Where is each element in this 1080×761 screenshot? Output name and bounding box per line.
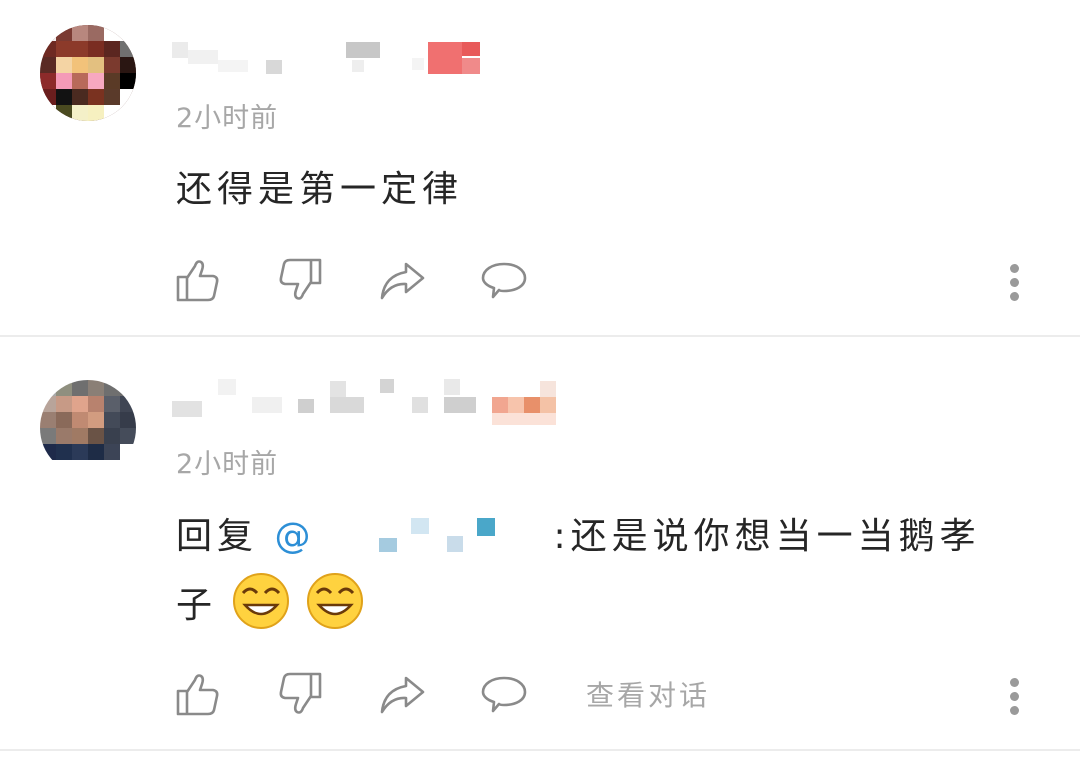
like-button[interactable] [174, 256, 222, 304]
comment-time: 2小时前 [176, 449, 279, 480]
grin-emoji [231, 571, 291, 631]
reply-button[interactable] [480, 256, 528, 304]
username-redacted[interactable] [172, 377, 572, 425]
more-options-button[interactable] [996, 670, 1032, 722]
dislike-button[interactable] [276, 670, 324, 718]
share-button[interactable] [378, 256, 426, 304]
like-icon [176, 674, 219, 716]
comment-actions: 查看对话 [174, 670, 1054, 722]
reply-button[interactable] [480, 670, 528, 718]
mention-link[interactable]: @ [274, 516, 315, 557]
reply-icon [481, 262, 527, 299]
like-icon [176, 260, 219, 302]
mention-redacted[interactable] [315, 518, 554, 552]
more-icon [1010, 678, 1019, 687]
reply-prefix: 回复 [176, 516, 275, 557]
share-icon [380, 262, 425, 300]
more-options-button[interactable] [996, 256, 1032, 308]
dislike-button[interactable] [276, 256, 324, 304]
username-redacted[interactable] [172, 36, 492, 80]
dislike-icon [279, 672, 322, 714]
avatar[interactable] [40, 380, 136, 476]
avatar[interactable] [40, 25, 136, 121]
dislike-icon [279, 258, 322, 300]
share-button[interactable] [378, 670, 426, 718]
more-icon [1010, 264, 1019, 273]
comment-body: 还得是第一定律 [176, 169, 464, 210]
comment-actions [174, 256, 1054, 308]
like-button[interactable] [174, 670, 222, 718]
comment-item: 2小时前 还得是第一定律 [0, 0, 1080, 335]
grin-emoji [305, 571, 365, 631]
reply-icon [481, 676, 527, 713]
share-icon [380, 676, 425, 714]
comment-item: 2小时前 回复 @:还是说你想当一当鹅孝子 查看对话 [0, 337, 1080, 749]
view-conversation-link[interactable]: 查看对话 [586, 674, 710, 714]
comment-time: 2小时前 [176, 103, 279, 134]
divider [0, 749, 1080, 751]
comment-body: 回复 @:还是说你想当一当鹅孝子 [176, 503, 1020, 640]
